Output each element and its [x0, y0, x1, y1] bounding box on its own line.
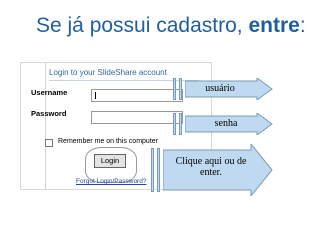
callout-usuario-label: usuário: [205, 83, 235, 94]
arrow-stripe: [179, 78, 182, 100]
remember-me-label: Remember me on this computer: [58, 138, 158, 145]
forgot-password-link[interactable]: Forgot Login/Password?: [76, 178, 146, 185]
callout-login-hint-label: Clique aqui ou de enter.: [175, 156, 247, 178]
callout-usuario: usuário: [173, 78, 273, 100]
slide-title: Se já possui cadastro, entre:: [36, 14, 306, 38]
divider-line: [45, 63, 46, 189]
password-input[interactable]: [91, 111, 183, 124]
arrow-stripe: [151, 148, 154, 192]
text-caret: [95, 92, 96, 99]
username-input[interactable]: [91, 89, 183, 102]
slide-title-prefix: Se já possui cadastro,: [36, 14, 249, 37]
callout-senha: senha: [173, 113, 273, 135]
password-label: Password: [31, 109, 67, 118]
slide-title-suffix: :: [299, 14, 306, 37]
arrow-stripe: [173, 113, 176, 135]
arrow-stripe: [179, 113, 182, 135]
arrow-stripe: [173, 78, 176, 100]
login-button[interactable]: Login: [94, 154, 126, 168]
callout-senha-label: senha: [214, 118, 238, 129]
slide-title-bold: entre: [248, 14, 300, 37]
arrow-stripe: [157, 148, 160, 192]
remember-me-checkbox[interactable]: [45, 139, 53, 147]
username-label: Username: [31, 88, 68, 97]
callout-login-hint: Clique aqui ou de enter.: [151, 144, 273, 196]
